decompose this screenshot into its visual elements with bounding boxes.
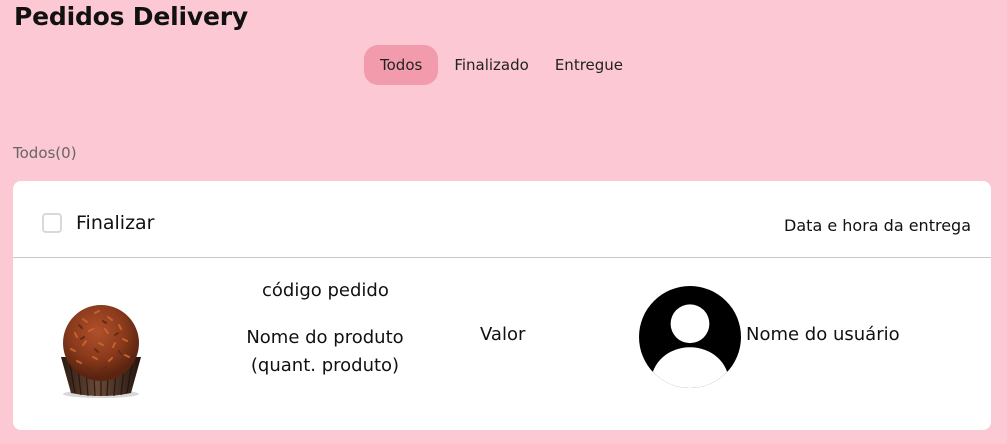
tab-entregue[interactable]: Entregue: [545, 45, 633, 85]
product-name-label: Nome do produto: [246, 327, 404, 348]
orders-count-label: Todos(0): [13, 144, 77, 162]
page-title: Pedidos Delivery: [14, 2, 248, 31]
product-info: Nome do produto (quant. produto): [245, 324, 405, 380]
brigadeiro-image: [61, 305, 141, 398]
delivery-datetime-label: Data e hora da entrega: [784, 216, 971, 235]
product-quantity-label: (quant. produto): [250, 355, 400, 376]
tab-finalizado[interactable]: Finalizado: [444, 45, 539, 85]
order-code-label: código pedido: [262, 280, 389, 301]
finalize-label: Finalizar: [76, 212, 155, 234]
user-avatar-icon: [639, 286, 741, 388]
order-value-label: Valor: [480, 324, 526, 345]
order-card-header: Finalizar Data e hora da entrega: [13, 181, 991, 258]
order-card: Finalizar Data e hora da entrega código …: [13, 181, 991, 430]
finalize-checkbox[interactable]: [42, 213, 62, 233]
username-label: Nome do usuário: [746, 324, 900, 345]
tab-bar: Todos Finalizado Entregue: [364, 45, 633, 85]
tab-todos[interactable]: Todos: [364, 45, 439, 85]
